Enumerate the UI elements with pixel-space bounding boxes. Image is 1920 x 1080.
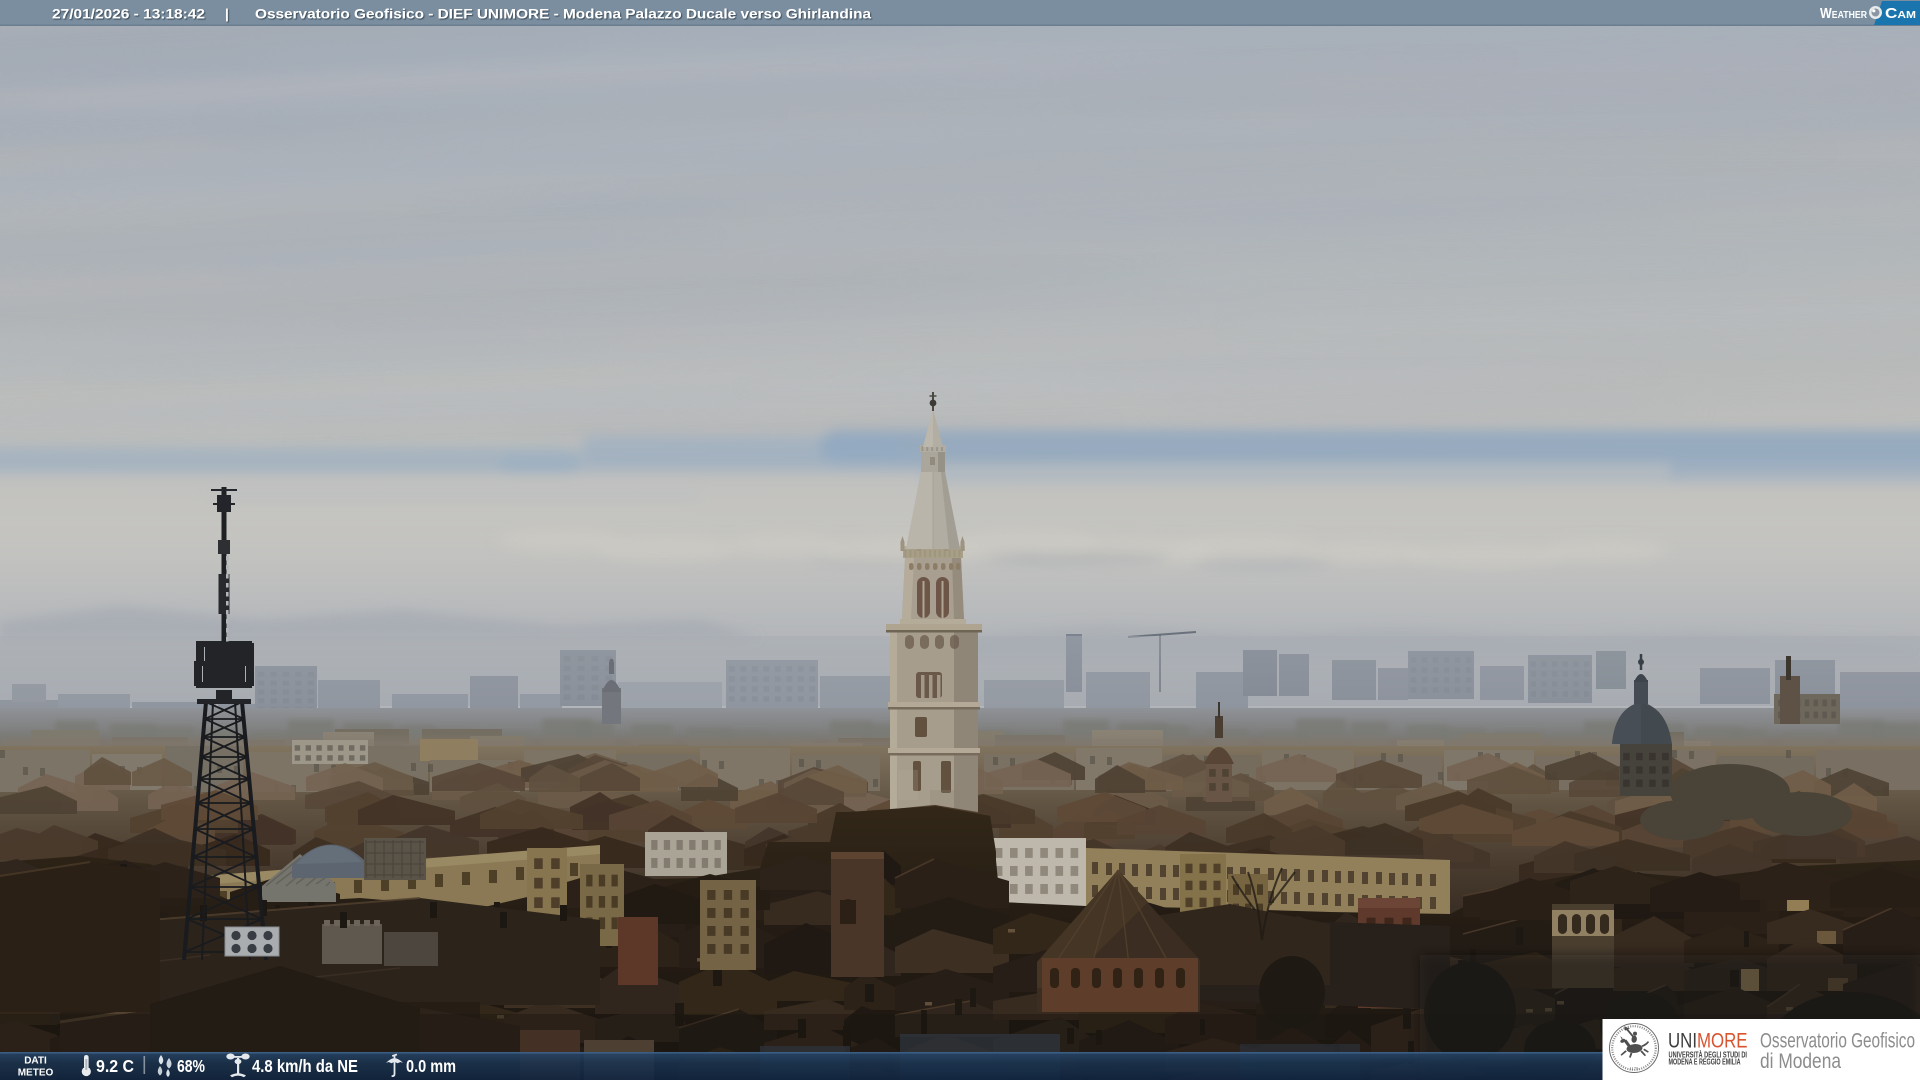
svg-text:di Modena: di Modena [1760,1050,1841,1073]
svg-text:68%: 68% [177,1056,205,1076]
svg-text:Osservatorio Geofisico - DIEF: Osservatorio Geofisico - DIEF UNIMORE - … [255,7,872,22]
svg-text:4.8 km/h da NE: 4.8 km/h da NE [252,1056,358,1076]
svg-text:27/01/2026 - 13:18:42: 27/01/2026 - 13:18:42 [52,7,205,22]
svg-text:MODENA E REGGIO EMILIA: MODENA E REGGIO EMILIA [1669,1058,1741,1067]
svg-text:0.0 mm: 0.0 mm [406,1056,456,1076]
svg-text:9.2 C: 9.2 C [96,1056,134,1076]
svg-text:DATI: DATI [24,1056,47,1067]
svg-text:|: | [225,7,229,22]
svg-text:1175: 1175 [1630,1066,1640,1071]
svg-text:METEO: METEO [18,1068,54,1079]
svg-text:UNIMORE: UNIMORE [1668,1030,1748,1053]
